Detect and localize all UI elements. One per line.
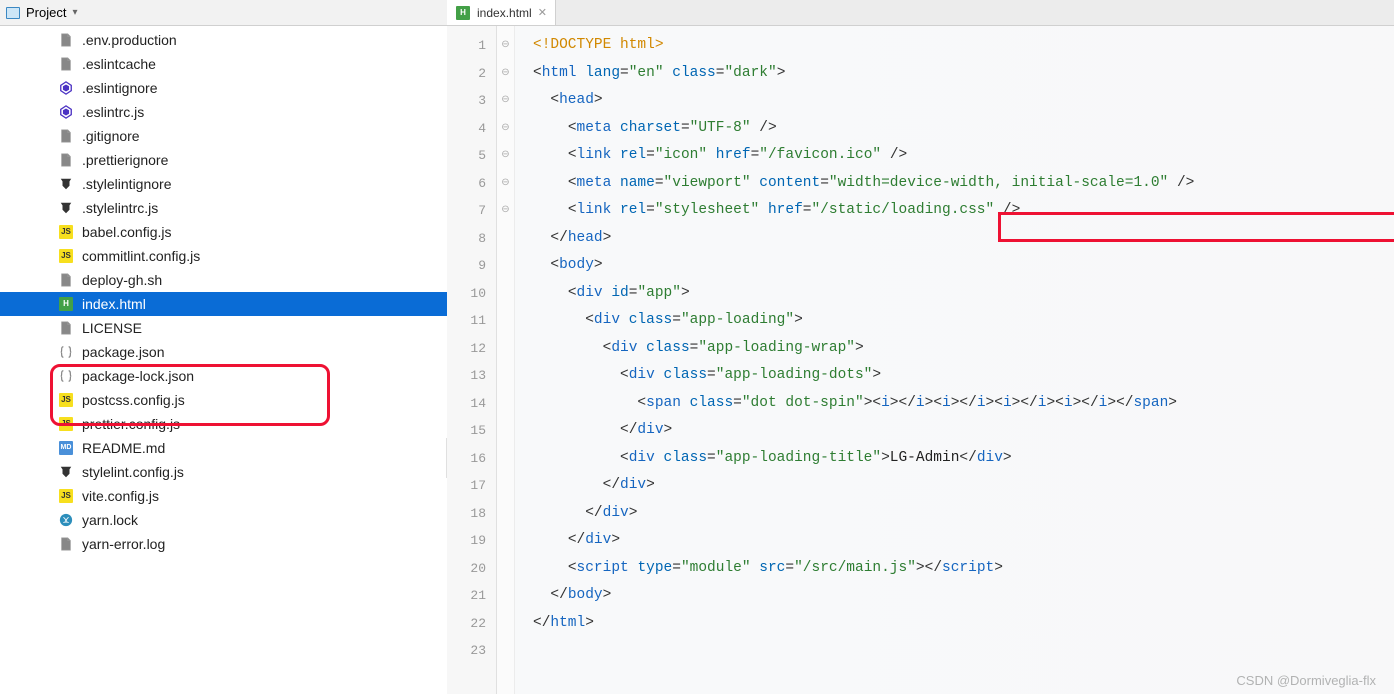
js-icon: JS (58, 488, 74, 504)
yarn-icon (58, 512, 74, 528)
stylelint-icon (58, 200, 74, 216)
fold-column[interactable]: ⊖⊖⊖⊖⊖⊖⊖ (497, 26, 515, 694)
file-item[interactable]: .eslintrc.js (0, 100, 447, 124)
eslint-icon (58, 104, 74, 120)
file-name: .env.production (82, 32, 177, 48)
chevron-down-icon: ▾ (72, 7, 77, 18)
file-name: .eslintrc.js (82, 104, 144, 120)
file-icon (58, 56, 74, 72)
file-name: yarn-error.log (82, 536, 165, 552)
file-item[interactable]: package.json (0, 340, 447, 364)
project-label: Project (26, 5, 66, 20)
file-item[interactable]: yarn.lock (0, 508, 447, 532)
file-icon (58, 128, 74, 144)
js-icon: JS (58, 248, 74, 264)
file-item[interactable]: LICENSE (0, 316, 447, 340)
file-item[interactable]: JS vite.config.js (0, 484, 447, 508)
file-name: LICENSE (82, 320, 142, 336)
json-icon (58, 368, 74, 384)
js-icon: JS (58, 416, 74, 432)
tab-index-html[interactable]: H index.html ✕ (447, 0, 556, 25)
file-item[interactable]: package-lock.json (0, 364, 447, 388)
file-name: postcss.config.js (82, 392, 185, 408)
file-item[interactable]: JS prettier.config.js (0, 412, 447, 436)
project-dropdown[interactable]: Project ▾ (6, 5, 78, 20)
line-gutter: 1234567891011121314151617181920212223 (447, 26, 497, 694)
file-icon (58, 272, 74, 288)
file-item[interactable]: .gitignore (0, 124, 447, 148)
file-item[interactable]: JS postcss.config.js (0, 388, 447, 412)
file-item[interactable]: MD README.md (0, 436, 447, 460)
file-name: package-lock.json (82, 368, 194, 384)
file-item[interactable]: .eslintcache (0, 52, 447, 76)
file-name: babel.config.js (82, 224, 172, 240)
project-sidebar[interactable]: .env.production .eslintcache .eslintignore… (0, 26, 447, 694)
close-icon[interactable]: ✕ (538, 6, 547, 19)
file-icon (58, 320, 74, 336)
watermark: CSDN @Dormiveglia-flx (1236, 673, 1376, 688)
file-name: .eslintignore (82, 80, 158, 96)
js-icon: JS (58, 224, 74, 240)
file-name: .stylelintignore (82, 176, 172, 192)
file-name: index.html (82, 296, 146, 312)
file-name: stylelint.config.js (82, 464, 184, 480)
code-content[interactable]: <!DOCTYPE html> <html lang="en" class="d… (515, 26, 1394, 694)
main-area: .env.production .eslintcache .eslintignore… (0, 26, 1394, 694)
file-name: deploy-gh.sh (82, 272, 162, 288)
file-item[interactable]: Hindex.html (0, 292, 447, 316)
file-icon (58, 32, 74, 48)
file-name: .eslintcache (82, 56, 156, 72)
editor-tabs: H index.html ✕ (447, 0, 1394, 26)
file-name: package.json (82, 344, 165, 360)
html-icon: H (455, 5, 471, 21)
file-name: .gitignore (82, 128, 140, 144)
file-name: commitlint.config.js (82, 248, 200, 264)
js-icon: JS (58, 392, 74, 408)
file-item[interactable]: .eslintignore (0, 76, 447, 100)
file-item[interactable]: .stylelintrc.js (0, 196, 447, 220)
file-list: .env.production .eslintcache .eslintignore… (0, 28, 447, 556)
stylelint-icon (58, 464, 74, 480)
file-name: vite.config.js (82, 488, 159, 504)
code-editor[interactable]: 1234567891011121314151617181920212223 ⊖⊖… (447, 26, 1394, 694)
file-item[interactable]: .env.production (0, 28, 447, 52)
stylelint-icon (58, 176, 74, 192)
md-icon: MD (58, 440, 74, 456)
editor-area: H index.html ✕ 1234567891011121314151617… (447, 26, 1394, 694)
file-item[interactable]: stylelint.config.js (0, 460, 447, 484)
file-item[interactable]: yarn-error.log (0, 532, 447, 556)
file-icon (58, 536, 74, 552)
file-item[interactable]: deploy-gh.sh (0, 268, 447, 292)
tab-label: index.html (477, 6, 532, 20)
json-icon (58, 344, 74, 360)
file-name: yarn.lock (82, 512, 138, 528)
file-item[interactable]: .prettierignore (0, 148, 447, 172)
project-icon (6, 7, 20, 19)
eslint-icon (58, 80, 74, 96)
file-icon (58, 152, 74, 168)
html-icon: H (58, 296, 74, 312)
file-item[interactable]: JS commitlint.config.js (0, 244, 447, 268)
file-item[interactable]: JS babel.config.js (0, 220, 447, 244)
file-name: .stylelintrc.js (82, 200, 158, 216)
file-name: .prettierignore (82, 152, 168, 168)
file-name: README.md (82, 440, 165, 456)
file-item[interactable]: .stylelintignore (0, 172, 447, 196)
file-name: prettier.config.js (82, 416, 180, 432)
